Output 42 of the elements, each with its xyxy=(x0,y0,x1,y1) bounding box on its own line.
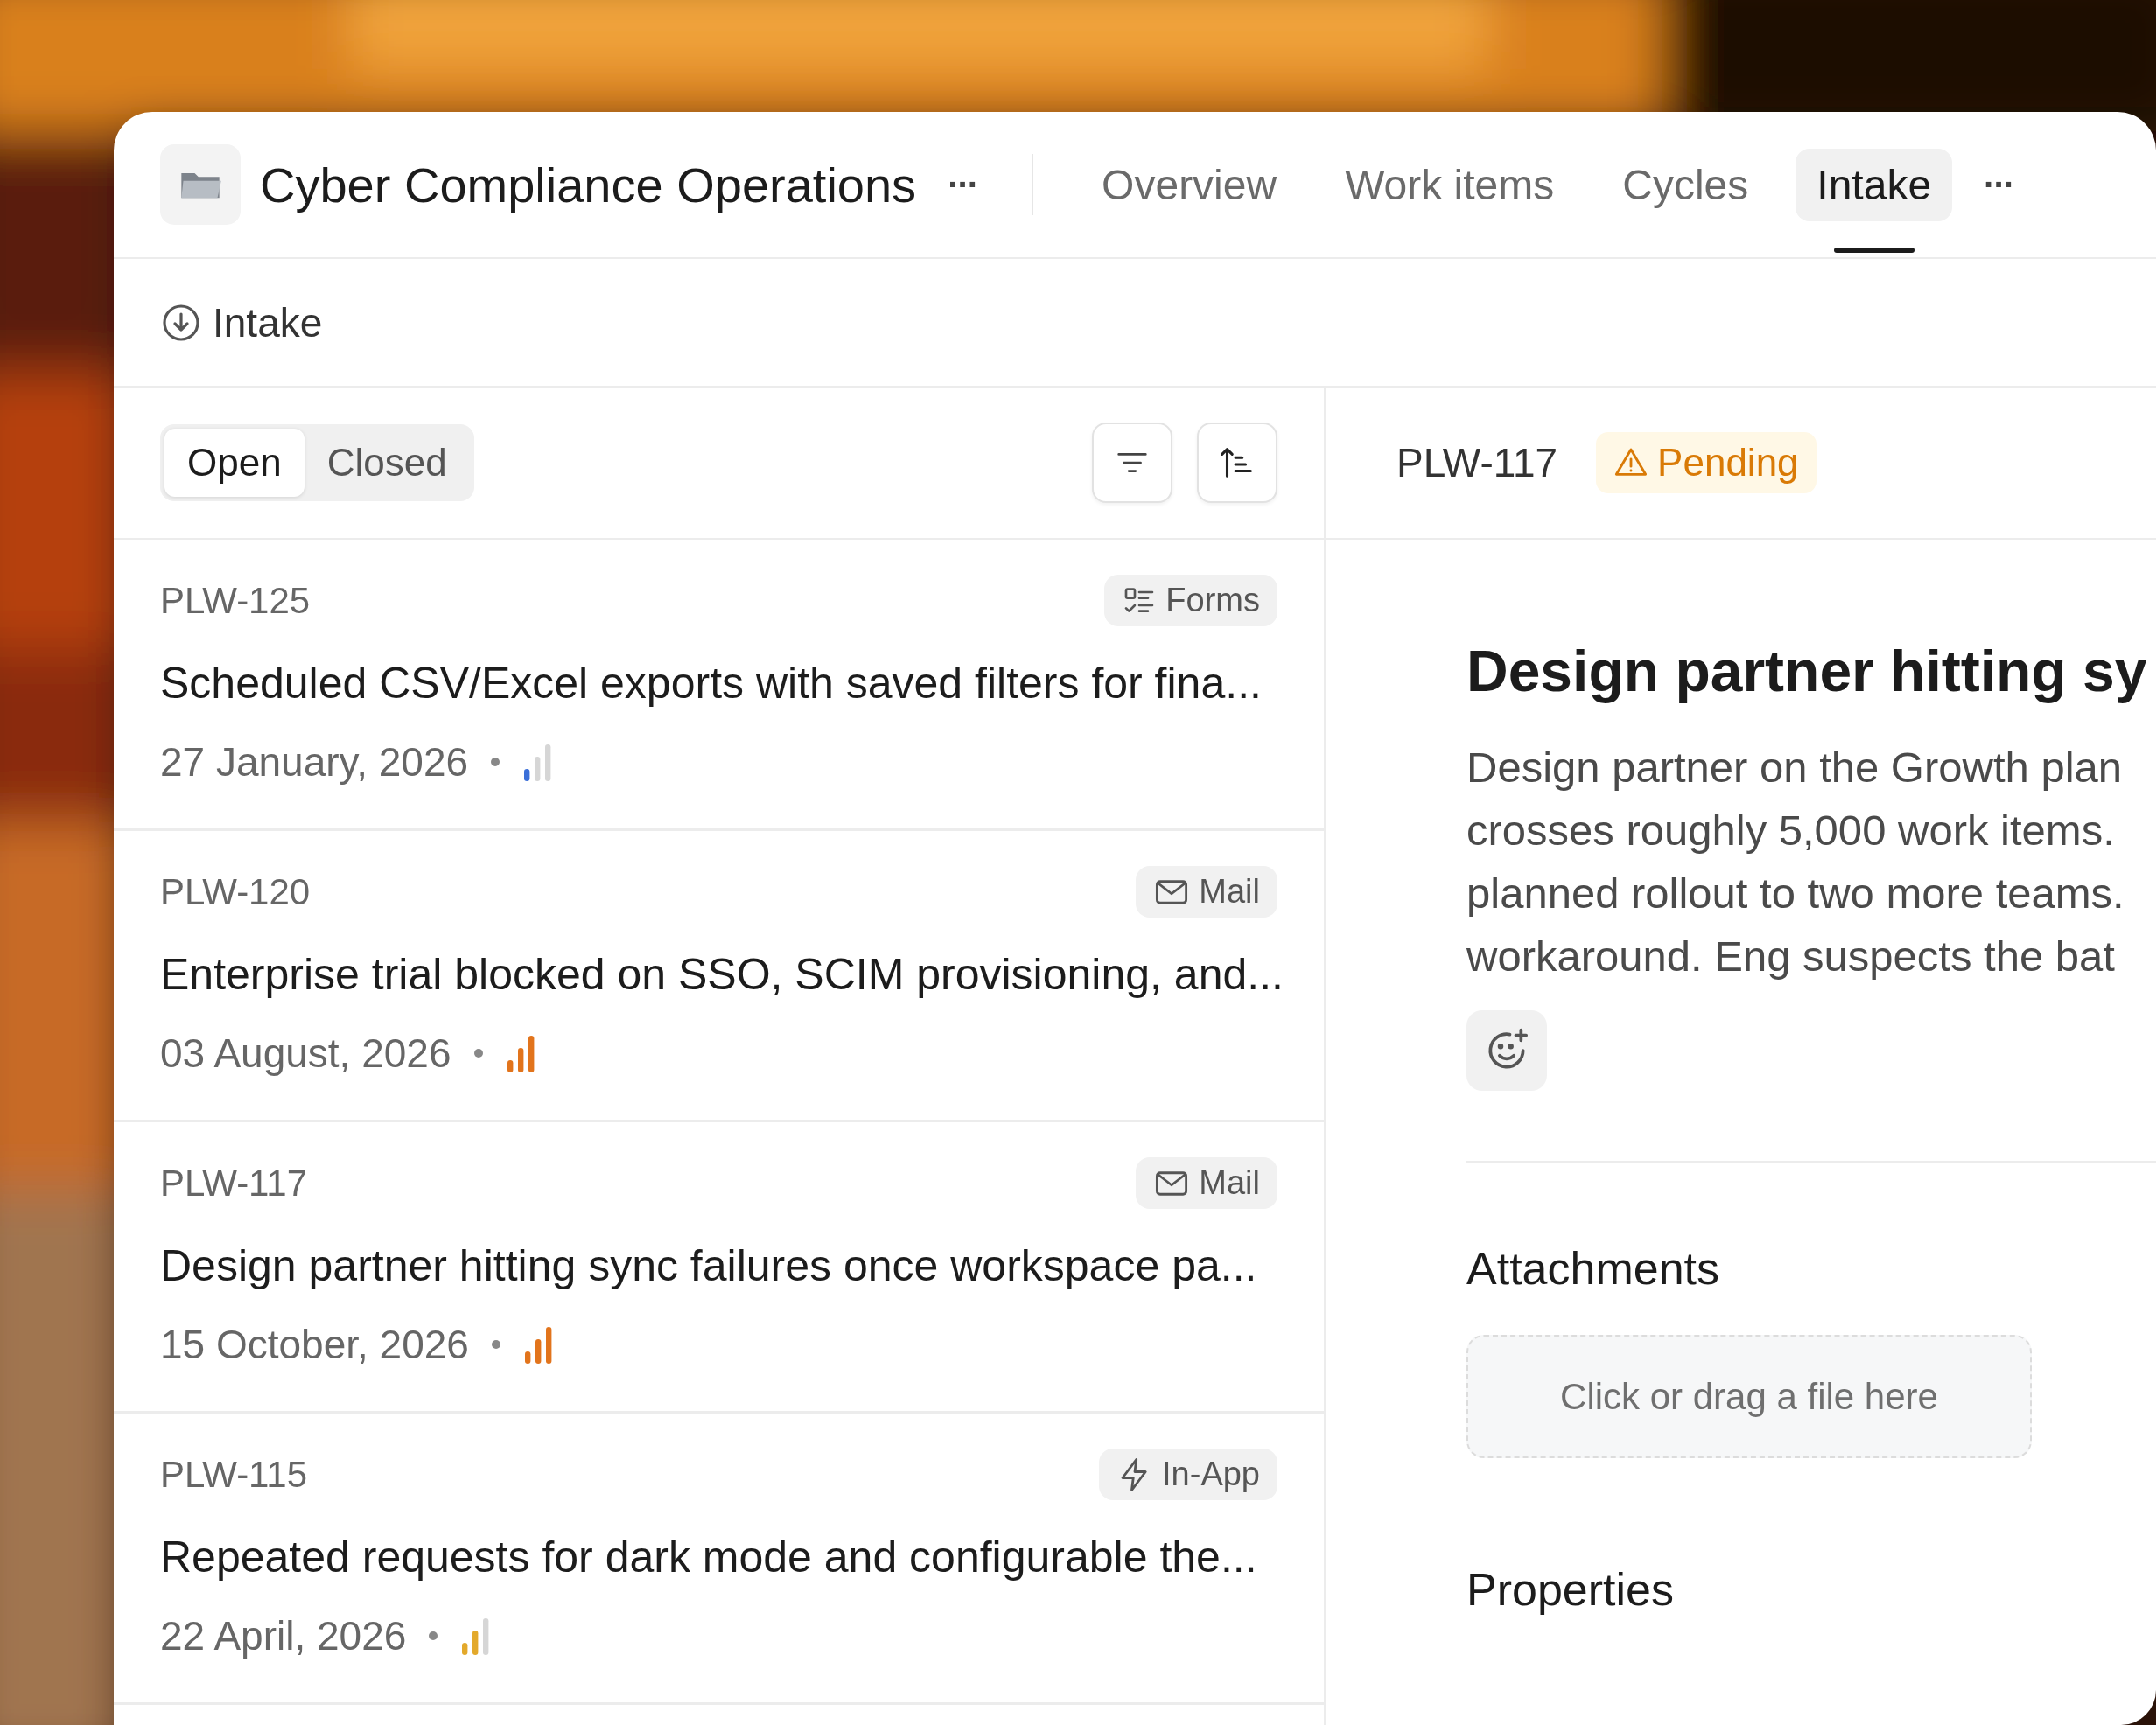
issue-title: Design partner hitting sy xyxy=(1466,638,2148,704)
nav-tab[interactable]: Cycles xyxy=(1601,148,1770,221)
item-date: 27 January, 2026 xyxy=(160,738,469,786)
section-heading: Attachments xyxy=(1466,1242,1721,1295)
description-line: Design partner on the Growth plan xyxy=(1466,743,2124,793)
separator-dot xyxy=(491,1340,500,1349)
source-tag: In-App xyxy=(1099,1449,1278,1500)
item-id: PLW-115 xyxy=(160,1453,308,1496)
separator-dot xyxy=(473,1049,483,1058)
description-line: planned rollout to two more teams. xyxy=(1466,869,2125,918)
more-button[interactable]: ··· xyxy=(1973,164,2025,205)
description-line: workaround. Eng suspects the bat xyxy=(1466,932,2116,981)
filter-button[interactable] xyxy=(1092,423,1172,503)
item-date: 22 April, 2026 xyxy=(160,1612,407,1659)
file-dropzone[interactable]: Click or drag a file here xyxy=(1466,1335,2032,1458)
page-title: Intake xyxy=(213,298,323,346)
separator-dot xyxy=(429,1631,438,1640)
item-id: PLW-125 xyxy=(160,579,311,622)
filter-tab[interactable]: Closed xyxy=(304,429,470,497)
add-reaction-button[interactable] xyxy=(1466,1010,1547,1091)
nav-tab[interactable]: Overview xyxy=(1081,148,1298,221)
sort-button[interactable] xyxy=(1197,423,1278,503)
item-id: PLW-117 xyxy=(1396,439,1558,486)
item-id: PLW-120 xyxy=(160,870,311,913)
item-date: 03 August, 2026 xyxy=(160,1030,452,1077)
status-badge: Pending xyxy=(1596,432,1816,493)
source-tag: Mail xyxy=(1136,1157,1278,1209)
source-tag: Forms xyxy=(1104,575,1278,626)
section-heading: Properties xyxy=(1466,1563,1675,1616)
item-title[interactable]: Scheduled CSV/Excel exports with saved filters for fina... xyxy=(160,658,1278,709)
nav-tab[interactable]: Work items xyxy=(1324,148,1576,221)
more-button[interactable]: ··· xyxy=(937,164,989,205)
folder-icon xyxy=(160,144,241,225)
item-title[interactable]: Design partner hitting sync failures once workspace pa... xyxy=(160,1240,1278,1291)
project-title: Cyber Compliance Operations xyxy=(260,156,917,213)
item-date: 15 October, 2026 xyxy=(160,1321,469,1368)
item-id: PLW-117 xyxy=(160,1162,308,1205)
description-line: crosses roughly 5,000 work items. xyxy=(1466,806,2116,856)
source-tag: Mail xyxy=(1136,866,1278,918)
separator-dot xyxy=(491,758,500,766)
item-title[interactable]: Repeated requests for dark mode and configurable the... xyxy=(160,1532,1278,1582)
filter-tab[interactable]: Open xyxy=(164,429,304,497)
